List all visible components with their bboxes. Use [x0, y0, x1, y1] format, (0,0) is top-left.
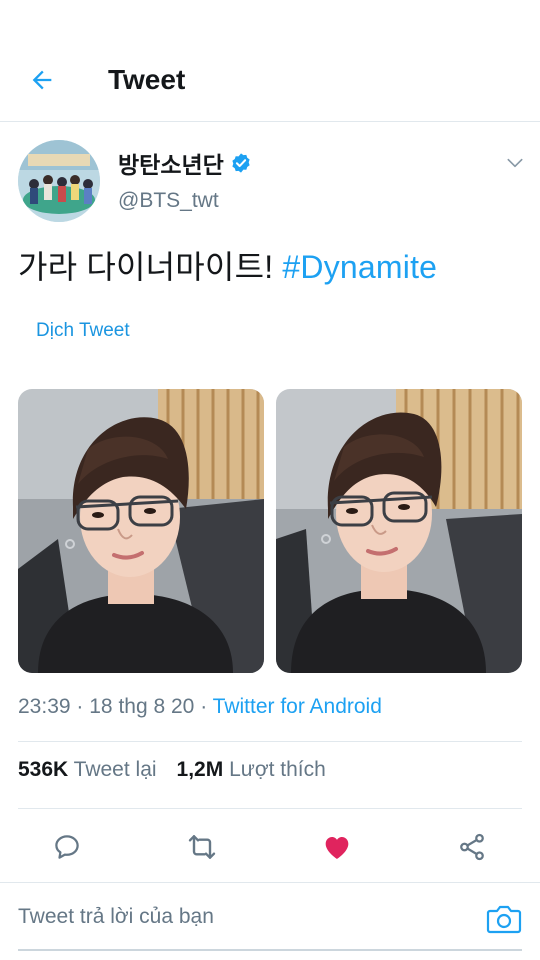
reply-input[interactable]: [18, 899, 468, 935]
likes-label: Lượt thích: [229, 758, 326, 781]
hashtag-link[interactable]: #Dynamite: [282, 249, 437, 285]
tweet-stats: 536K Tweet lại 1,2M Lượt thích: [18, 758, 326, 782]
camera-icon: [486, 905, 522, 934]
retweets-stat[interactable]: 536K Tweet lại: [18, 758, 157, 782]
retweets-count: 536K: [18, 758, 69, 781]
meta-separator: ·: [200, 695, 208, 718]
share-button[interactable]: [455, 830, 489, 864]
tweet-source-link[interactable]: Twitter for Android: [213, 695, 382, 718]
tweet-meta: 23:39 · 18 thg 8 20 · Twitter for Androi…: [18, 695, 382, 719]
divider: [18, 808, 522, 809]
avatar[interactable]: [18, 140, 100, 222]
author-handle[interactable]: @BTS_twt: [118, 189, 219, 213]
tweet-text: 가라 다이너마이트! #Dynamite: [18, 242, 437, 288]
page-title: Tweet: [108, 64, 186, 95]
more-options-button[interactable]: [502, 150, 528, 176]
tweet-body: 가라 다이너마이트!: [18, 249, 274, 285]
meta-separator: ·: [76, 695, 84, 718]
like-button[interactable]: [320, 830, 354, 864]
likes-stat[interactable]: 1,2M Lượt thích: [177, 758, 326, 782]
tweet-time: 23:39: [18, 695, 71, 718]
author-name-row[interactable]: 방탄소년단: [118, 146, 252, 180]
like-icon: [325, 837, 349, 859]
share-icon: [460, 833, 484, 861]
likes-count: 1,2M: [176, 758, 224, 781]
action-bar: [0, 820, 540, 876]
tweet-date: 18 thg 8 20: [89, 695, 195, 718]
reply-underline: [18, 949, 522, 951]
tweet-photo-1[interactable]: [18, 389, 264, 673]
arrow-left-icon: [32, 70, 52, 90]
translate-tweet-link[interactable]: Dịch Tweet: [36, 320, 130, 342]
divider: [18, 741, 522, 742]
retweet-icon: [188, 835, 216, 859]
reply-bar: [0, 882, 540, 960]
tweet-photo-2[interactable]: [276, 389, 522, 673]
retweets-label: Tweet lại: [73, 758, 157, 781]
author-name: 방탄소년단: [118, 152, 224, 178]
reply-button[interactable]: [50, 830, 84, 864]
top-bar: Tweet: [0, 0, 540, 122]
chevron-down-icon: [507, 158, 523, 168]
add-photo-button[interactable]: [486, 903, 522, 935]
back-button[interactable]: [24, 62, 60, 98]
retweet-button[interactable]: [185, 830, 219, 864]
verified-badge-icon: [232, 153, 250, 173]
reply-icon: [55, 835, 79, 859]
